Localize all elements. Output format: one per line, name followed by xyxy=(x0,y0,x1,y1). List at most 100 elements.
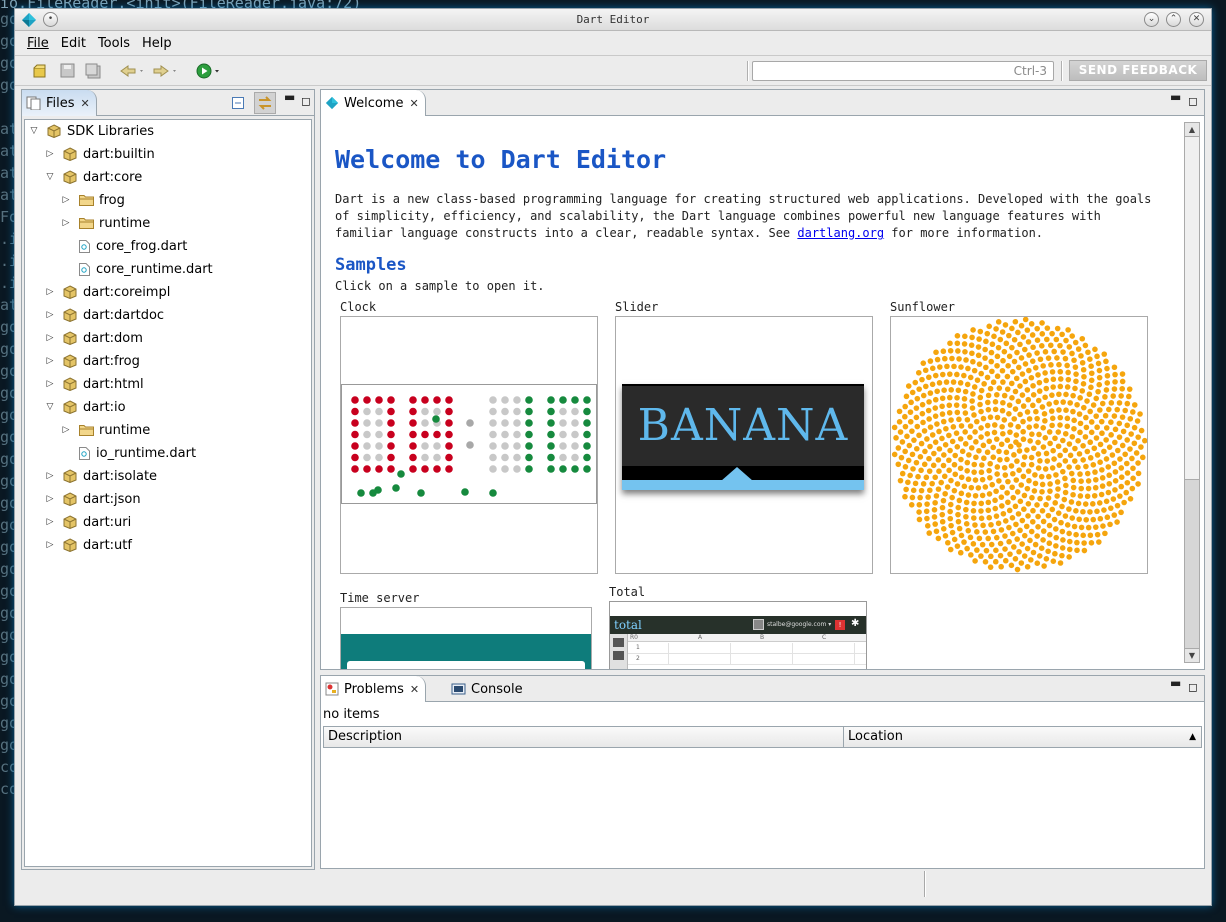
run-button[interactable] xyxy=(196,63,224,79)
sample-slider[interactable]: BANANA xyxy=(615,316,873,574)
send-feedback-button[interactable]: SEND FEEDBACK xyxy=(1069,60,1207,81)
tree-item[interactable]: ▽ dart:io xyxy=(45,397,126,417)
tree-item[interactable]: ▷ dart:html xyxy=(45,374,144,394)
tree-item[interactable]: io_runtime.dart xyxy=(61,443,196,463)
collapsed-twisty-icon[interactable]: ▷ xyxy=(45,287,55,297)
seed-dot xyxy=(1057,422,1063,428)
link-with-editor-button[interactable] xyxy=(254,92,276,114)
seed-dot xyxy=(1006,507,1013,514)
title-bar[interactable]: • Dart Editor ⌄ ⌃ ✕ xyxy=(15,9,1211,31)
collapsed-twisty-icon[interactable]: ▷ xyxy=(45,517,55,527)
tree-item[interactable]: ▷ runtime xyxy=(61,420,151,440)
seed-dot xyxy=(907,418,914,425)
sample-time-server[interactable] xyxy=(340,607,592,669)
seed-dot xyxy=(1094,452,1101,458)
minimize-view-icon[interactable]: ▬ xyxy=(1170,90,1181,104)
scroll-up-icon[interactable]: ▲ xyxy=(1185,123,1199,137)
navigate-back-button[interactable] xyxy=(119,63,147,79)
maximize-window-button[interactable]: ⌃ xyxy=(1166,12,1181,27)
menu-file[interactable]: File xyxy=(21,36,55,51)
seed-dot xyxy=(971,461,978,468)
quick-access-input[interactable]: Ctrl-3 xyxy=(752,61,1054,81)
save-all-button[interactable] xyxy=(84,63,102,79)
tree-item[interactable]: ▷ dart:dom xyxy=(45,328,143,348)
close-icon[interactable]: ✕ xyxy=(410,683,419,696)
tree-item[interactable]: ▷ dart:isolate xyxy=(45,466,158,486)
seed-dot xyxy=(983,547,990,554)
menu-help[interactable]: Help xyxy=(136,36,178,51)
sample-clock[interactable] xyxy=(340,316,598,574)
expanded-twisty-icon[interactable]: ▽ xyxy=(45,402,55,412)
collapsed-twisty-icon[interactable]: ▷ xyxy=(61,218,71,228)
sample-total[interactable]: total stalbe@google.com ▾ ! ✱ R0 A B C 1 2 xyxy=(609,601,867,669)
new-project-button[interactable] xyxy=(31,63,49,79)
tab-problems[interactable]: Problems ✕ xyxy=(321,676,427,702)
navigate-forward-button[interactable] xyxy=(152,63,180,79)
collapsed-twisty-icon[interactable]: ▷ xyxy=(45,540,55,550)
column-location[interactable]: Location ▲ xyxy=(844,727,1204,747)
tree-item[interactable]: ▷ dart:json xyxy=(45,489,141,509)
seed-dot xyxy=(929,432,936,438)
collapsed-twisty-icon[interactable]: ▷ xyxy=(61,425,71,435)
tree-item[interactable]: ▽ SDK Libraries xyxy=(29,121,155,141)
menu-edit[interactable]: Edit xyxy=(55,36,92,51)
seed-dot xyxy=(962,388,969,395)
welcome-scrollbar[interactable]: ▲ ▼ xyxy=(1184,122,1200,663)
column-description[interactable]: Description xyxy=(324,727,844,747)
seed-dot xyxy=(972,477,979,483)
seed-dot xyxy=(961,403,968,409)
sample-sunflower[interactable] xyxy=(890,316,1148,574)
collapsed-twisty-icon[interactable]: ▷ xyxy=(61,195,71,205)
tree-item[interactable]: ▷ dart:dartdoc xyxy=(45,305,165,325)
seed-dot xyxy=(1039,331,1046,337)
collapsed-twisty-icon[interactable]: ▷ xyxy=(45,310,55,320)
seed-dot xyxy=(1005,478,1011,485)
seed-dot xyxy=(955,348,961,354)
close-window-button[interactable]: ✕ xyxy=(1189,12,1204,27)
tree-item[interactable]: ▷ dart:coreimpl xyxy=(45,282,171,302)
tree-item[interactable]: ▷ dart:uri xyxy=(45,512,132,532)
maximize-view-icon[interactable]: ◻ xyxy=(301,94,311,108)
expanded-twisty-icon[interactable]: ▽ xyxy=(29,126,39,136)
collapse-all-icon[interactable] xyxy=(232,97,244,109)
seed-dot xyxy=(948,477,954,484)
minimize-view-icon[interactable]: ▬ xyxy=(1170,676,1181,690)
expanded-twisty-icon[interactable]: ▽ xyxy=(45,172,55,182)
clock-dot xyxy=(513,407,521,416)
collapsed-twisty-icon[interactable]: ▷ xyxy=(45,333,55,343)
maximize-view-icon[interactable]: ◻ xyxy=(1188,680,1198,694)
seed-dot xyxy=(1103,387,1110,393)
tree-item[interactable]: ▷ dart:utf xyxy=(45,535,132,555)
tree-item[interactable]: ▽ dart:core xyxy=(45,167,143,187)
scroll-thumb[interactable] xyxy=(1185,479,1199,648)
collapsed-twisty-icon[interactable]: ▷ xyxy=(45,471,55,481)
tree-item[interactable]: core_frog.dart xyxy=(61,236,187,256)
collapsed-twisty-icon[interactable]: ▷ xyxy=(45,356,55,366)
tab-console[interactable]: Console xyxy=(445,676,529,702)
seed-dot xyxy=(948,522,954,529)
menu-tools[interactable]: Tools xyxy=(92,36,136,51)
tree-item[interactable]: ▷ dart:builtin xyxy=(45,144,155,164)
collapsed-twisty-icon[interactable]: ▷ xyxy=(45,494,55,504)
collapsed-twisty-icon[interactable]: ▷ xyxy=(45,379,55,389)
tree-item[interactable]: ▷ frog xyxy=(61,190,125,210)
scroll-down-icon[interactable]: ▼ xyxy=(1185,648,1199,662)
dartlang-link[interactable]: dartlang.org xyxy=(797,226,884,240)
tree-item[interactable]: core_runtime.dart xyxy=(61,259,213,279)
tab-files[interactable]: Files ✕ xyxy=(22,90,97,116)
seed-dot xyxy=(1118,483,1125,490)
minimize-view-icon[interactable]: ▬ xyxy=(284,90,295,104)
tree-item[interactable]: ▷ dart:frog xyxy=(45,351,140,371)
tree-item[interactable]: ▷ runtime xyxy=(61,213,151,233)
close-icon[interactable]: ✕ xyxy=(409,97,418,110)
seed-dot xyxy=(1030,549,1037,556)
seed-dot xyxy=(962,441,969,447)
gear-icon: ✱ xyxy=(851,618,860,629)
collapsed-twisty-icon[interactable]: ▷ xyxy=(45,149,55,159)
close-icon[interactable]: ✕ xyxy=(81,97,90,110)
maximize-view-icon[interactable]: ◻ xyxy=(1188,94,1198,108)
minimize-window-button[interactable]: ⌄ xyxy=(1144,12,1159,27)
tab-welcome[interactable]: Welcome ✕ xyxy=(321,90,426,116)
save-button[interactable] xyxy=(58,63,76,79)
seed-dot xyxy=(1097,459,1103,466)
